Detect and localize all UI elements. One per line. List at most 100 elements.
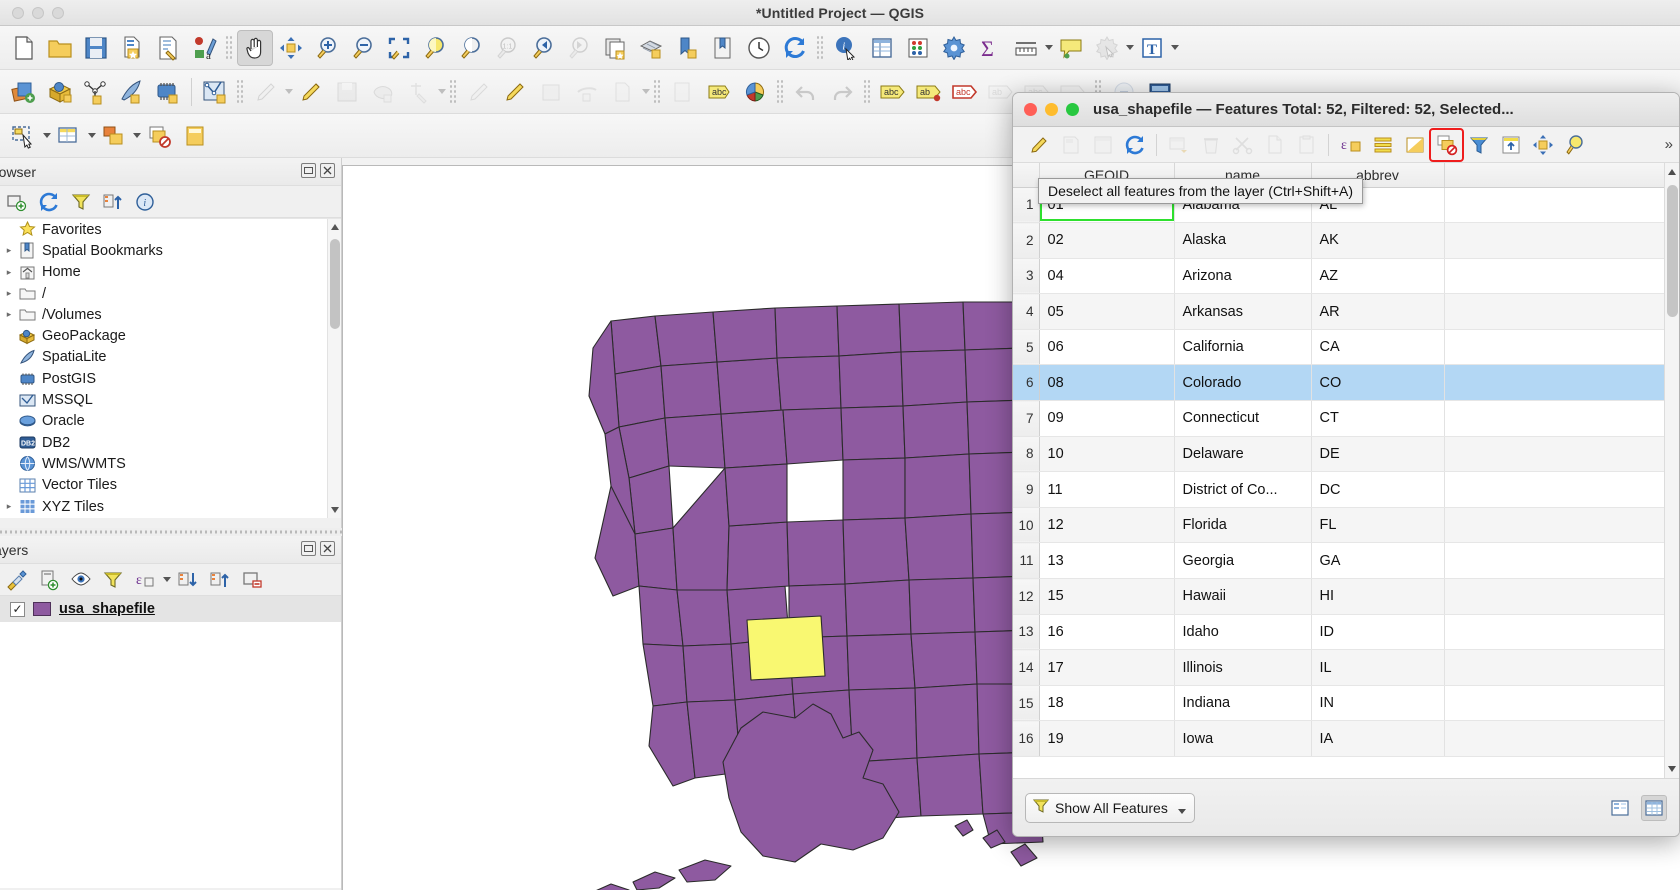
chevron-right-icon[interactable]: ▸ xyxy=(2,501,16,512)
invert-selection-icon[interactable] xyxy=(1399,130,1430,160)
text-annotation-icon[interactable]: T xyxy=(1134,30,1170,66)
browser-float-button[interactable] xyxy=(301,163,316,178)
zoom-to-layer-icon[interactable] xyxy=(453,30,489,66)
cut-icon[interactable] xyxy=(1227,130,1258,160)
cell-name[interactable]: District of Co... xyxy=(1174,472,1311,508)
table-row[interactable]: 1316IdahoID xyxy=(1013,614,1679,650)
chevron-right-icon[interactable]: ▸ xyxy=(2,245,16,256)
add-geopackage-layer-icon[interactable] xyxy=(42,74,78,110)
cell-name[interactable]: Colorado xyxy=(1174,365,1311,401)
cell-abbrev[interactable]: HI xyxy=(1311,579,1444,615)
select-expression-caret-icon[interactable] xyxy=(133,133,141,138)
vertex-tool-icon[interactable] xyxy=(401,74,437,110)
browser-item-geopackage[interactable]: GeoPackage xyxy=(0,325,341,346)
toolbar-grip-5[interactable] xyxy=(653,79,662,105)
cell-name[interactable]: Indiana xyxy=(1174,685,1311,721)
table-row[interactable]: 304ArizonaAZ xyxy=(1013,258,1679,294)
browser-item-volumes[interactable]: ▸/Volumes xyxy=(0,304,341,325)
table-row[interactable]: 1518IndianaIN xyxy=(1013,685,1679,721)
browser-item-wcs[interactable]: WCS xyxy=(0,517,341,518)
refresh-icon[interactable] xyxy=(777,30,813,66)
cell-abbrev[interactable]: AR xyxy=(1311,294,1444,330)
zoom-native-icon[interactable]: 1:1 xyxy=(489,30,525,66)
save-layer-edits-icon[interactable] xyxy=(329,74,365,110)
delete-selected-icon[interactable] xyxy=(533,74,569,110)
row-number[interactable]: 8 xyxy=(1013,436,1039,472)
zoom-out-icon[interactable] xyxy=(345,30,381,66)
remove-layer-icon[interactable] xyxy=(237,566,267,594)
highlight-pinned-labels-icon[interactable]: abc xyxy=(875,74,911,110)
refresh-table-icon[interactable] xyxy=(1119,130,1150,160)
browser-item-home[interactable]: ▸Home xyxy=(0,262,341,283)
show-all-features-button[interactable]: Show All Features xyxy=(1025,793,1195,823)
copy-icon[interactable] xyxy=(1259,130,1290,160)
cell-geoid[interactable]: 10 xyxy=(1039,436,1174,472)
cell-abbrev[interactable]: IN xyxy=(1311,685,1444,721)
cell-abbrev[interactable]: IL xyxy=(1311,650,1444,686)
table-view-button[interactable] xyxy=(1641,795,1667,821)
filter-browser-icon[interactable] xyxy=(66,188,96,216)
layers-close-button[interactable] xyxy=(320,541,335,556)
browser-item-[interactable]: ▸/ xyxy=(0,283,341,304)
cell-geoid[interactable]: 09 xyxy=(1039,401,1174,437)
deselect-dropdown-caret-icon[interactable] xyxy=(1126,45,1134,50)
dock-splitter[interactable] xyxy=(0,528,342,536)
delete-selected-icon[interactable] xyxy=(1195,130,1226,160)
cell-geoid[interactable]: 16 xyxy=(1039,614,1174,650)
row-number[interactable]: 4 xyxy=(1013,294,1039,330)
cell-abbrev[interactable]: AK xyxy=(1311,223,1444,259)
cell-geoid[interactable]: 06 xyxy=(1039,329,1174,365)
open-project-icon[interactable] xyxy=(42,30,78,66)
cell-name[interactable]: Delaware xyxy=(1174,436,1311,472)
select-dropdown-caret-icon[interactable] xyxy=(43,133,51,138)
table-row[interactable]: 608ColoradoCO xyxy=(1013,365,1679,401)
cell-geoid[interactable]: 11 xyxy=(1039,472,1174,508)
options-icon[interactable] xyxy=(936,30,972,66)
toolbar-grip-7[interactable] xyxy=(863,79,872,105)
copy-dropdown-caret-icon[interactable] xyxy=(642,89,650,94)
sum-icon[interactable]: Σ xyxy=(972,30,1008,66)
add-vector-layer-icon[interactable] xyxy=(6,74,42,110)
diagram-icon[interactable] xyxy=(737,74,773,110)
cell-name[interactable]: Alaska xyxy=(1174,223,1311,259)
row-number[interactable]: 3 xyxy=(1013,258,1039,294)
toolbar-grip-4[interactable] xyxy=(449,79,458,105)
cell-geoid[interactable]: 19 xyxy=(1039,721,1174,757)
add-postgis-layer-icon[interactable] xyxy=(150,74,186,110)
scroll-up-arrow-icon[interactable] xyxy=(331,224,339,230)
map-tips-icon[interactable] xyxy=(1053,30,1089,66)
row-number[interactable]: 9 xyxy=(1013,472,1039,508)
cell-name[interactable]: Arkansas xyxy=(1174,294,1311,330)
deselect-all-icon[interactable] xyxy=(1431,130,1462,160)
temporal-controller-icon[interactable] xyxy=(741,30,777,66)
table-row[interactable]: 911District of Co...DC xyxy=(1013,472,1679,508)
cell-name[interactable]: Florida xyxy=(1174,507,1311,543)
browser-item-postgis[interactable]: PostGIS xyxy=(0,368,341,389)
new-project-icon[interactable] xyxy=(6,30,42,66)
row-number[interactable]: 16 xyxy=(1013,721,1039,757)
save-project-as-icon[interactable] xyxy=(114,30,150,66)
chevron-right-icon[interactable]: ▸ xyxy=(2,309,16,320)
cell-geoid[interactable]: 04 xyxy=(1039,258,1174,294)
zoom-in-icon[interactable] xyxy=(309,30,345,66)
toolbar-grip-2[interactable] xyxy=(816,35,825,61)
scroll-thumb[interactable] xyxy=(1667,185,1678,317)
statistical-summary-icon[interactable] xyxy=(900,30,936,66)
toolbar-grip-6[interactable] xyxy=(776,79,785,105)
zoom-last-icon[interactable] xyxy=(525,30,561,66)
new-map-view-icon[interactable] xyxy=(597,30,633,66)
cell-name[interactable]: Arizona xyxy=(1174,258,1311,294)
refresh-icon[interactable] xyxy=(34,188,64,216)
deselect-features-icon[interactable] xyxy=(1089,30,1125,66)
row-number[interactable]: 5 xyxy=(1013,329,1039,365)
cell-geoid[interactable]: 17 xyxy=(1039,650,1174,686)
zoom-next-icon[interactable] xyxy=(561,30,597,66)
pan-to-selected-icon[interactable] xyxy=(1527,130,1558,160)
form-view-button[interactable] xyxy=(1607,795,1633,821)
filter-selected-icon[interactable] xyxy=(1463,130,1494,160)
add-layer-icon[interactable] xyxy=(2,188,32,216)
new-bookmark-icon[interactable] xyxy=(669,30,705,66)
select-by-expression-icon[interactable] xyxy=(96,118,132,154)
new-3d-map-view-icon[interactable] xyxy=(633,30,669,66)
undo-icon[interactable] xyxy=(788,74,824,110)
